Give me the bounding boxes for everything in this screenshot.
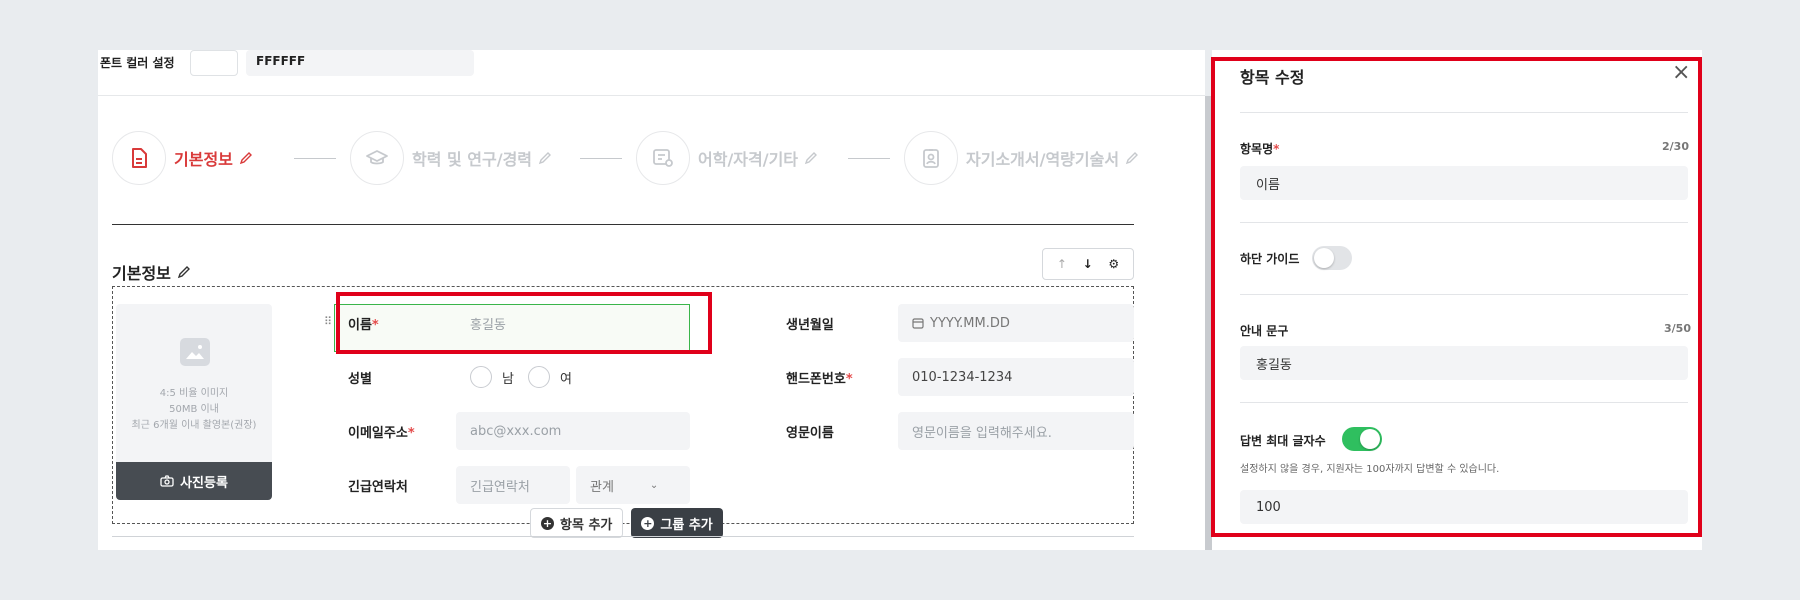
camera-icon: [160, 475, 174, 487]
step-connector: [580, 158, 622, 159]
hint-text-label: 안내 문구: [1240, 324, 1289, 338]
section-divider: [112, 224, 1134, 225]
selected-name-row[interactable]: [334, 304, 690, 352]
photo-upload-label: 사진등록: [180, 475, 228, 491]
step-label: 자기소개서/역량기술서: [966, 150, 1120, 169]
move-up-icon[interactable]: ↑: [1057, 257, 1067, 271]
photo-uploader: 4:5 비율 이미지 50MB 이내 최근 6개월 이내 촬영본(권장) 사진등…: [116, 304, 272, 500]
panel-divider: [1240, 222, 1688, 223]
item-name-label: 항목명*: [1240, 142, 1280, 156]
gender-label: 성별: [348, 372, 372, 387]
step-connector: [294, 158, 336, 159]
birth-input[interactable]: YYYY.MM.DD: [898, 304, 1134, 342]
section-title: 기본정보: [112, 260, 191, 284]
editor-scrollbar[interactable]: [1205, 96, 1212, 550]
step-label: 기본정보: [174, 150, 233, 169]
name-label: 이름*: [348, 318, 379, 333]
document-icon: [112, 131, 166, 185]
step-label: 어학/자격/기타: [698, 150, 799, 169]
pencil-icon[interactable]: [538, 151, 552, 165]
move-down-icon[interactable]: ↓: [1083, 257, 1093, 271]
add-item-button[interactable]: + 항목 추가: [530, 508, 624, 538]
pencil-icon[interactable]: [1125, 151, 1139, 165]
photo-hint-size: 50MB 이내: [169, 404, 219, 415]
font-color-label: 폰트 컬러 설정: [100, 56, 175, 70]
max-chars-toggle[interactable]: [1342, 427, 1382, 451]
bottom-guide-toggle[interactable]: [1312, 246, 1352, 270]
step-basic-info[interactable]: 기본정보: [112, 130, 253, 186]
step-language-license[interactable]: 어학/자격/기타: [636, 130, 818, 186]
photo-guidelines: 4:5 비율 이미지 50MB 이내 최근 6개월 이내 촬영본(권장): [116, 386, 272, 434]
step-self-introduction[interactable]: 자기소개서/역량기술서: [904, 130, 1139, 186]
hint-text-count: 3/50: [1664, 322, 1691, 335]
section-bottom-divider: [112, 536, 1134, 537]
max-chars-label: 답변 최대 글자수: [1240, 434, 1326, 448]
english-name-input[interactable]: 영문이름을 입력해주세요.: [898, 412, 1134, 450]
birth-label: 생년월일: [786, 318, 834, 333]
email-input[interactable]: abc@xxx.com: [456, 412, 690, 450]
font-color-input[interactable]: FFFFFF: [246, 50, 474, 76]
calendar-icon: [912, 318, 924, 329]
relation-value: 관계: [590, 479, 614, 495]
step-education-career[interactable]: 학력 및 연구/경력: [350, 130, 552, 186]
close-icon[interactable]: ×: [1672, 62, 1690, 84]
image-placeholder-icon: [180, 338, 210, 366]
pencil-icon[interactable]: [239, 151, 253, 165]
graduation-cap-icon: [350, 131, 404, 185]
relation-select[interactable]: 관계 ⌄: [576, 466, 690, 504]
item-name-count: 2/30: [1662, 140, 1689, 153]
font-color-swatch[interactable]: [190, 50, 238, 76]
section-order-controls: ↑ ↓ ⚙: [1042, 248, 1134, 280]
photo-hint-recent: 최근 6개월 이내 촬영본(권장): [131, 420, 257, 431]
gender-female-radio[interactable]: [528, 366, 550, 388]
name-placeholder[interactable]: 홍길동: [470, 314, 506, 333]
step-progress: 기본정보 학력 및 연구/경력 어학/자격/기타 자기소개서/역량기술서: [112, 130, 1152, 190]
gender-female-label: 여: [560, 372, 572, 387]
section-title-text: 기본정보: [112, 264, 171, 283]
emergency-contact-label: 긴급연락처: [348, 480, 408, 495]
max-chars-note: 설정하지 않을 경우, 지원자는 100자까지 답변할 수 있습니다.: [1240, 464, 1500, 475]
id-badge-icon: [904, 131, 958, 185]
add-item-label: 항목 추가: [560, 517, 613, 533]
gender-male-radio[interactable]: [470, 366, 492, 388]
font-color-row: 폰트 컬러 설정 FFFFFF: [98, 50, 1205, 96]
add-group-button[interactable]: + 그룹 추가: [631, 508, 723, 538]
birth-placeholder: YYYY.MM.DD: [930, 315, 1010, 331]
panel-title: 항목 수정: [1240, 68, 1305, 87]
step-connector: [848, 158, 890, 159]
phone-input[interactable]: 010-1234-1234: [898, 358, 1134, 396]
pencil-icon[interactable]: [804, 151, 818, 165]
form-editor: 폰트 컬러 설정 FFFFFF 기본정보 학력 및 연구/경력 어학/자격/기타: [98, 50, 1205, 550]
settings-icon[interactable]: ⚙: [1108, 257, 1119, 271]
item-edit-panel: 항목 수정 × 항목명* 2/30 이름 하단 가이드 안내 문구 3/50 홍…: [1212, 50, 1702, 550]
item-name-input[interactable]: 이름: [1240, 166, 1688, 200]
max-chars-input[interactable]: 100: [1240, 490, 1688, 524]
step-label: 학력 및 연구/경력: [412, 150, 533, 169]
photo-hint-ratio: 4:5 비율 이미지: [159, 388, 229, 399]
email-label: 이메일주소*: [348, 426, 415, 441]
panel-divider: [1240, 112, 1688, 113]
plus-circle-icon: +: [541, 516, 554, 530]
emergency-contact-input[interactable]: 긴급연락처: [456, 466, 570, 504]
panel-divider: [1240, 294, 1688, 295]
certificate-icon: [636, 131, 690, 185]
plus-circle-icon: +: [641, 516, 655, 530]
add-group-label: 그룹 추가: [660, 517, 713, 533]
panel-divider: [1240, 402, 1688, 403]
pencil-icon[interactable]: [177, 265, 191, 279]
hint-text-input[interactable]: 홍길동: [1240, 346, 1688, 380]
bottom-guide-label: 하단 가이드: [1240, 252, 1300, 266]
phone-label: 핸드폰번호*: [786, 372, 853, 387]
chevron-down-icon: ⌄: [649, 479, 659, 491]
add-actions: + 항목 추가 + 그룹 추가: [530, 508, 723, 538]
drag-handle-icon[interactable]: ⠿: [324, 315, 332, 328]
gender-male-label: 남: [502, 372, 514, 387]
english-name-label: 영문이름: [786, 426, 834, 441]
photo-upload-button[interactable]: 사진등록: [116, 462, 272, 500]
